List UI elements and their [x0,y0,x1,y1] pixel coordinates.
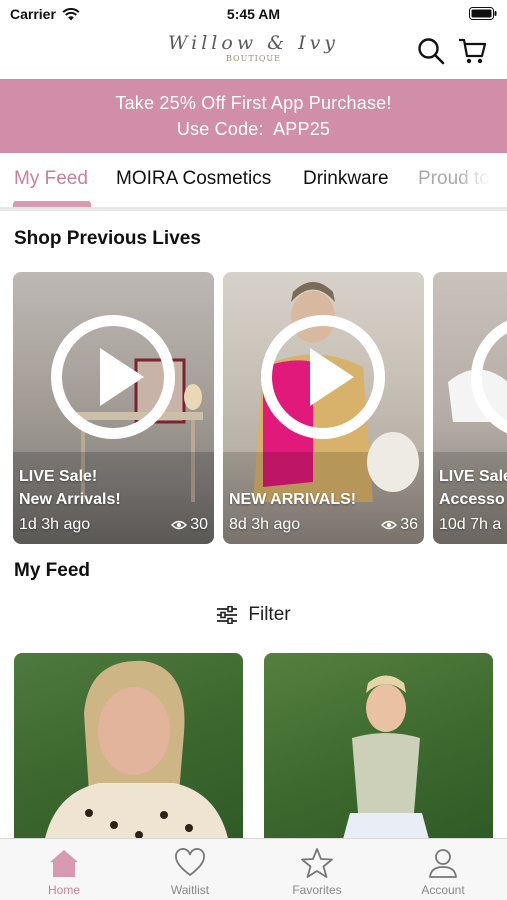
search-icon[interactable] [416,36,446,66]
live-card-title-line-2: New Arrivals! [19,491,121,508]
tab-my-feed[interactable]: My Feed [14,168,88,190]
live-card-meta: 8d 3h ago 36 [229,516,418,534]
live-video-card[interactable]: NEW ARRIVALS! 8d 3h ago 36 [223,272,424,544]
home-icon [50,850,78,877]
live-card-title: NEW ARRIVALS! [229,488,356,511]
promo-line-1: Take 25% Off First App Purchase! [115,93,392,113]
tab-drinkware[interactable]: Drinkware [303,168,389,190]
live-card-title: LIVE Sale! New Arrivals! [19,465,121,511]
nav-favorites[interactable]: Favorites [267,847,367,897]
star-icon [301,848,333,878]
sliders-icon [217,606,238,624]
nav-home-label: Home [47,883,80,897]
feed-post-card[interactable] [14,653,243,843]
view-count-value: 30 [190,516,208,533]
view-count: 36 [381,516,418,534]
post-image [44,660,229,843]
nav-waitlist-label: Waitlist [170,883,210,897]
category-tabs: My Feed MOIRA Cosmetics Drinkware Proud … [0,153,507,210]
nav-waitlist[interactable]: Waitlist [140,847,240,897]
nav-account[interactable]: Account [393,847,493,897]
clock: 5:45 AM [226,6,281,22]
nav-favorites-label: Favorites [292,883,342,897]
live-card-meta: 1d 3h ago 30 [19,516,208,534]
play-icon [310,348,354,406]
live-video-card[interactable]: LIVE Sale Accesso 10d 7h a [433,272,507,544]
eye-icon [381,520,398,530]
eye-icon [171,520,188,530]
tab-moira-cosmetics[interactable]: MOIRA Cosmetics [116,168,271,190]
filter-label: Filter [248,604,291,625]
heart-icon [175,848,205,877]
my-feed-heading: My Feed [14,560,91,581]
tabs-divider [0,207,507,211]
status-bar: Carrier 5:45 AM [0,0,507,28]
nav-home[interactable]: Home [14,847,114,897]
live-card-age: 1d 3h ago [19,516,91,533]
tab-proud-to[interactable]: Proud to [418,168,490,190]
nav-account-label: Account [421,883,465,897]
live-card-age: 8d 3h ago [229,516,301,533]
view-count-value: 36 [400,516,418,533]
live-card-title: LIVE Sale Accesso [439,465,507,511]
play-button[interactable] [51,315,175,439]
bottom-tab-bar: Home Waitlist Favorites Account [0,838,507,900]
promo-line-2: Use Code: APP25 [176,119,331,139]
feed-post-card[interactable] [264,653,493,843]
play-button[interactable] [261,315,385,439]
live-card-title-line-2: Accesso [439,491,505,508]
live-card-title-line-1: NEW ARRIVALS! [229,491,357,508]
filter-button[interactable]: Filter [0,604,507,630]
live-card-meta: 10d 7h a [439,516,507,534]
previous-lives-carousel[interactable]: LIVE Sale! New Arrivals! 1d 3h ago 30 NE… [0,272,507,544]
post-image [342,675,430,843]
cart-icon[interactable] [457,36,487,66]
person-icon [429,849,457,878]
app-header: Willow & Ivy BOUTIQUE [0,28,507,80]
previous-lives-heading: Shop Previous Lives [14,228,201,249]
play-icon [100,348,144,406]
live-video-card[interactable]: LIVE Sale! New Arrivals! 1d 3h ago 30 [13,272,214,544]
battery-icon [469,7,497,20]
promo-banner[interactable]: Take 25% Off First App Purchase! Use Cod… [0,79,507,153]
live-card-title-line-1: LIVE Sale! [19,468,98,485]
live-card-title-line-1: LIVE Sale [439,468,507,485]
view-count: 30 [171,516,208,534]
live-card-age: 10d 7h a [439,516,502,533]
